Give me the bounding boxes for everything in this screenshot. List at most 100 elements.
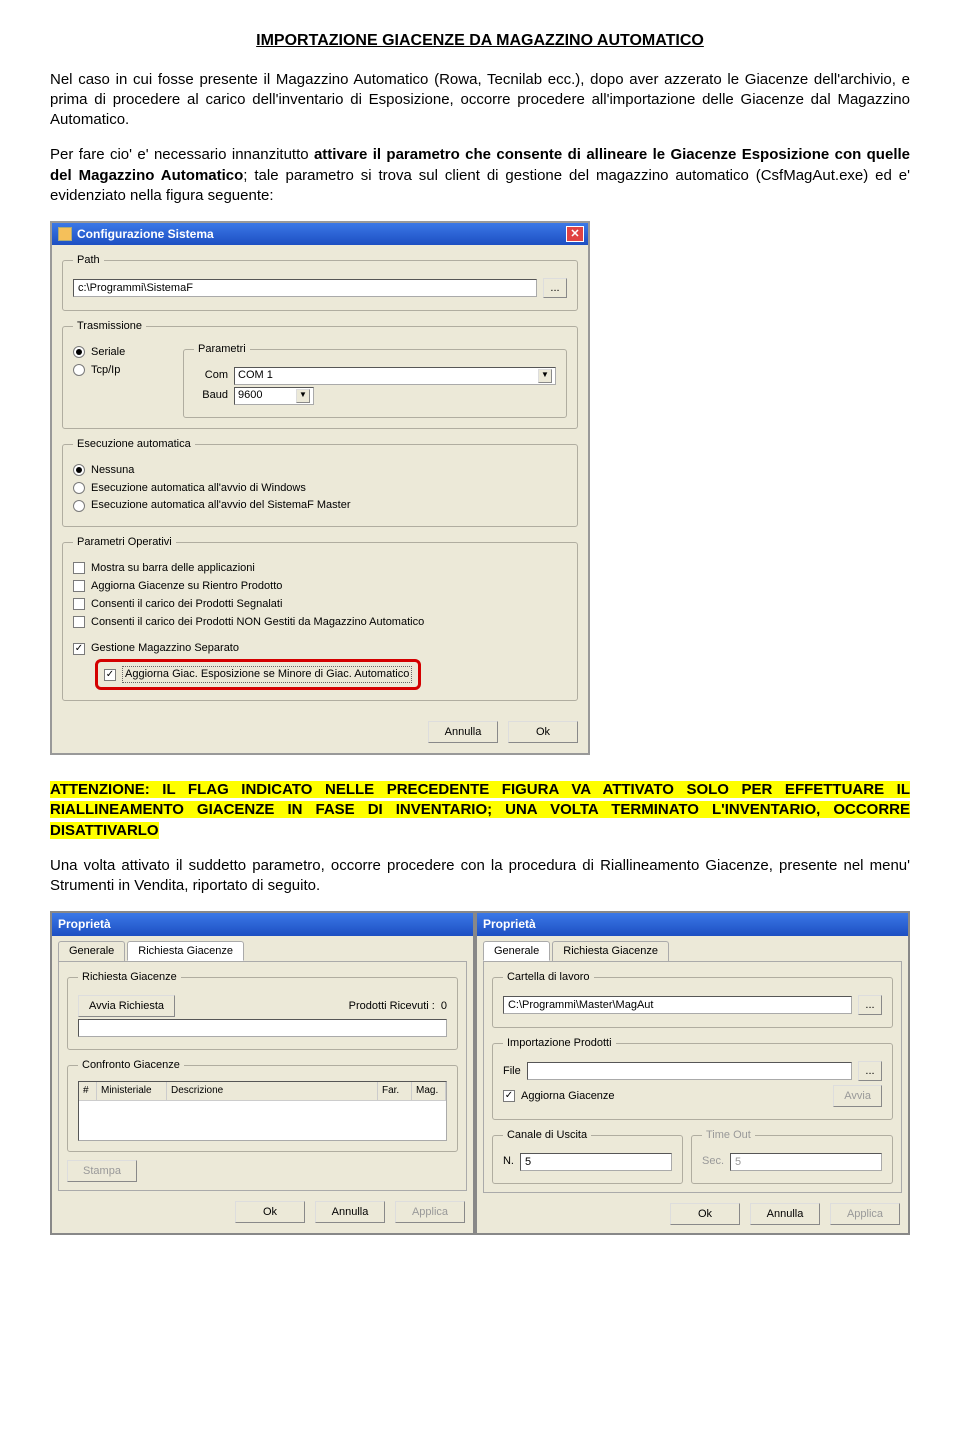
timeout-legend: Time Out	[702, 1128, 755, 1143]
annulla-button[interactable]: Annulla	[750, 1203, 820, 1225]
baud-combo[interactable]: 9600 ▼	[234, 387, 314, 405]
radio-nessuna[interactable]: Nessuna	[73, 463, 567, 478]
ok-button[interactable]: Ok	[235, 1201, 305, 1223]
check-aggiorna-giacenze[interactable]: Aggiorna Giacenze	[503, 1089, 615, 1104]
check-aggiorna-rientro[interactable]: Aggiorna Giacenze su Rientro Prodotto	[73, 579, 567, 594]
timeout-group: Time Out Sec.	[691, 1128, 893, 1184]
close-icon[interactable]: ✕	[566, 226, 584, 242]
com-label: Com	[194, 368, 228, 383]
radio-tcpip-label: Tcp/Ip	[91, 363, 120, 378]
parametri-group: Parametri Com COM 1 ▼ Baud 9600 ▼	[183, 342, 567, 418]
tab-generale[interactable]: Generale	[483, 941, 550, 962]
import-group: Importazione Prodotti File ... Aggiorna …	[492, 1036, 893, 1120]
paragraph-3: Una volta attivato il suddetto parametro…	[50, 856, 910, 897]
avvia-richiesta-button[interactable]: Avvia Richiesta	[78, 995, 175, 1017]
com-combo[interactable]: COM 1 ▼	[234, 367, 556, 385]
richiesta-group: Richiesta Giacenze Avvia Richiesta Prodo…	[67, 970, 458, 1050]
radio-seriale-label: Seriale	[91, 345, 125, 360]
attention-paragraph: ATTENZIONE: IL FLAG INDICATO NELLE PRECE…	[50, 780, 910, 841]
tab-generale[interactable]: Generale	[58, 941, 125, 962]
stampa-button: Stampa	[67, 1160, 137, 1182]
browse-button[interactable]: ...	[858, 1061, 882, 1081]
avvia-button: Avvia	[833, 1085, 882, 1107]
radio-avvio-master[interactable]: Esecuzione automatica all'avvio del Sist…	[73, 498, 567, 513]
tab-body: Richiesta Giacenze Avvia Richiesta Prodo…	[58, 961, 467, 1191]
dialog-title: Proprietà	[58, 916, 111, 932]
titlebar: Proprietà	[477, 913, 908, 935]
check-mostra-barra-label: Mostra su barra delle applicazioni	[91, 561, 255, 576]
col-ministeriale: Ministeriale	[97, 1082, 167, 1100]
doc-title: IMPORTAZIONE GIACENZE DA MAGAZZINO AUTOM…	[50, 30, 910, 52]
checkbox-icon	[104, 669, 116, 681]
tab-richiesta-giacenze[interactable]: Richiesta Giacenze	[552, 941, 669, 962]
baud-label: Baud	[194, 388, 228, 403]
check-segnalati-label: Consenti il carico dei Prodotti Segnalat…	[91, 597, 282, 612]
check-segnalati[interactable]: Consenti il carico dei Prodotti Segnalat…	[73, 597, 567, 612]
richiesta-input[interactable]	[78, 1019, 447, 1037]
radio-dot-icon	[73, 500, 85, 512]
confronto-group: Confronto Giacenze # Ministeriale Descri…	[67, 1058, 458, 1152]
ok-button[interactable]: Ok	[670, 1203, 740, 1225]
n-input[interactable]	[520, 1153, 672, 1171]
dialog-title: Proprietà	[483, 916, 536, 932]
radio-dot-icon	[73, 364, 85, 376]
browse-button[interactable]: ...	[543, 278, 567, 298]
annulla-button[interactable]: Annulla	[315, 1201, 385, 1223]
esecuzione-group: Esecuzione automatica Nessuna Esecuzione…	[62, 437, 578, 527]
baud-value: 9600	[238, 388, 262, 403]
file-label: File	[503, 1064, 521, 1079]
p2-pre: Per fare cio' e' necessario innanzitutto	[50, 146, 314, 163]
com-value: COM 1	[238, 368, 273, 383]
proprieta-left: Proprietà Generale Richiesta Giacenze Ri…	[50, 911, 475, 1235]
sec-input	[730, 1153, 882, 1171]
check-non-gestiti-label: Consenti il carico dei Prodotti NON Gest…	[91, 615, 424, 630]
file-input[interactable]	[527, 1062, 852, 1080]
checkbox-icon	[73, 562, 85, 574]
proprieta-right: Proprietà Generale Richiesta Giacenze Ca…	[475, 911, 910, 1235]
attention-highlight: ATTENZIONE: IL FLAG INDICATO NELLE PRECE…	[50, 781, 910, 839]
col-descrizione: Descrizione	[167, 1082, 378, 1100]
paragraph-1: Nel caso in cui fosse presente il Magazz…	[50, 70, 910, 131]
col-mag: Mag.	[412, 1082, 446, 1100]
cartella-legend: Cartella di lavoro	[503, 970, 594, 985]
canale-group: Canale di Uscita N.	[492, 1128, 683, 1184]
radio-seriale[interactable]: Seriale	[73, 345, 163, 360]
dialog-title: Configurazione Sistema	[77, 226, 214, 242]
trasmissione-group: Trasmissione Seriale Tcp/Ip Parametri C	[62, 319, 578, 429]
esecuzione-legend: Esecuzione automatica	[73, 437, 195, 452]
radio-nessuna-label: Nessuna	[91, 463, 134, 478]
config-dialog: Configurazione Sistema ✕ Path ... Trasmi…	[50, 221, 590, 755]
annulla-button[interactable]: Annulla	[428, 721, 498, 743]
cartella-input[interactable]	[503, 996, 852, 1014]
radio-avvio-windows[interactable]: Esecuzione automatica all'avvio di Windo…	[73, 481, 567, 496]
checkbox-icon	[73, 598, 85, 610]
path-legend: Path	[73, 253, 104, 268]
radio-dot-icon	[73, 346, 85, 358]
radio-dot-icon	[73, 464, 85, 476]
browse-button[interactable]: ...	[858, 995, 882, 1015]
checkbox-icon	[73, 643, 85, 655]
prodotti-ricevuti-label: Prodotti Ricevuti :	[349, 999, 435, 1014]
check-aggiorna-giacenze-label: Aggiorna Giacenze	[521, 1089, 615, 1104]
check-aggiorna-esposizione[interactable]: Aggiorna Giac. Esposizione se Minore di …	[104, 666, 412, 683]
cartella-group: Cartella di lavoro ...	[492, 970, 893, 1028]
radio-tcpip[interactable]: Tcp/Ip	[73, 363, 163, 378]
trasmissione-legend: Trasmissione	[73, 319, 146, 334]
chevron-down-icon[interactable]: ▼	[538, 369, 552, 383]
app-icon	[58, 227, 72, 241]
check-non-gestiti[interactable]: Consenti il carico dei Prodotti NON Gest…	[73, 615, 567, 630]
confronto-table[interactable]: # Ministeriale Descrizione Far. Mag.	[78, 1081, 447, 1141]
tab-richiesta-giacenze[interactable]: Richiesta Giacenze	[127, 941, 244, 962]
checkbox-icon	[503, 1090, 515, 1102]
ok-button[interactable]: Ok	[508, 721, 578, 743]
path-group: Path ...	[62, 253, 578, 311]
radio-dot-icon	[73, 482, 85, 494]
path-input[interactable]	[73, 279, 537, 297]
sec-label: Sec.	[702, 1154, 724, 1169]
checkbox-icon	[73, 580, 85, 592]
check-magazzino-separato[interactable]: Gestione Magazzino Separato	[73, 641, 567, 656]
chevron-down-icon[interactable]: ▼	[296, 389, 310, 403]
n-label: N.	[503, 1154, 514, 1169]
confronto-legend: Confronto Giacenze	[78, 1058, 184, 1073]
check-mostra-barra[interactable]: Mostra su barra delle applicazioni	[73, 561, 567, 576]
